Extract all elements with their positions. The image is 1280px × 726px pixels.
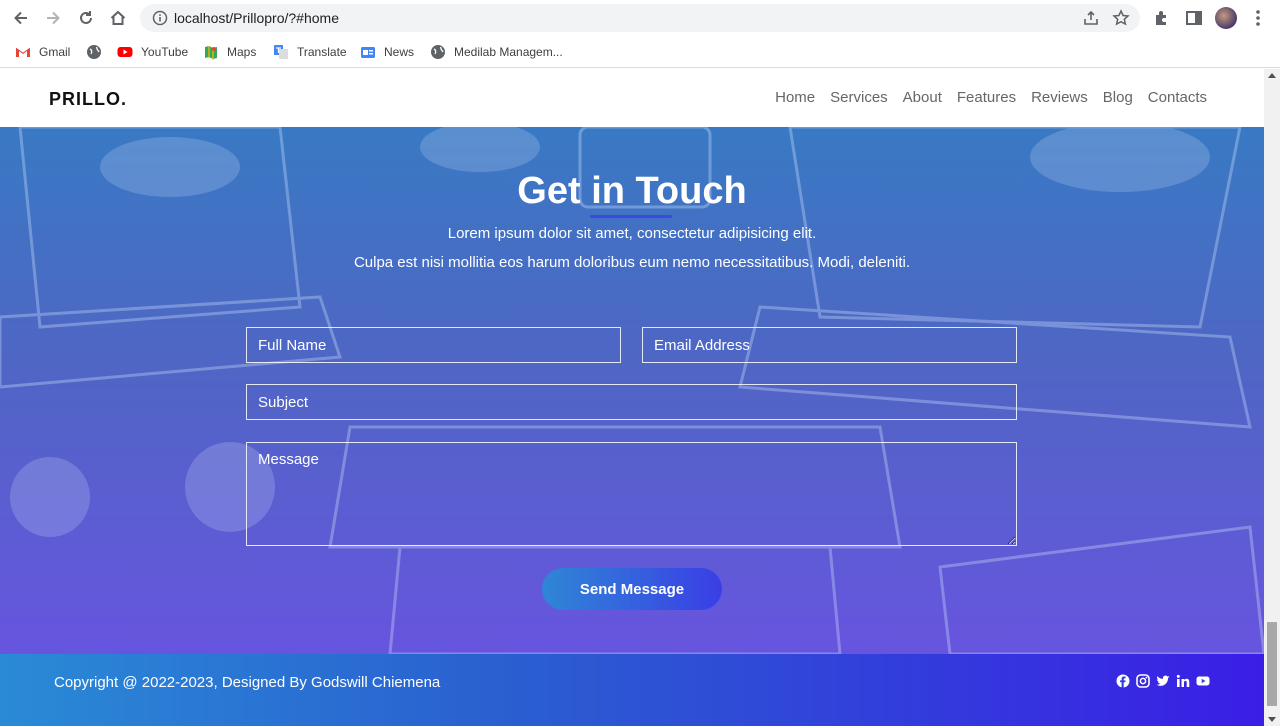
bookmark-youtube[interactable]: YouTube bbox=[117, 42, 188, 62]
globe-icon bbox=[431, 45, 445, 59]
bookmark-label: Gmail bbox=[39, 45, 71, 59]
youtube-icon[interactable] bbox=[1196, 674, 1210, 688]
section-subtitle-line1: Lorem ipsum dolor sit amet, consectetur … bbox=[447, 225, 817, 242]
site-footer: Copyright @ 2022-2023, Designed By Godsw… bbox=[0, 654, 1264, 726]
bookmark-label: Translate bbox=[297, 45, 347, 59]
nav-contacts[interactable]: Contacts bbox=[1148, 89, 1207, 106]
reload-button[interactable] bbox=[74, 6, 98, 30]
scrollbar-thumb[interactable] bbox=[1267, 622, 1277, 706]
facebook-icon[interactable] bbox=[1116, 674, 1130, 688]
email-input[interactable] bbox=[642, 327, 1017, 363]
bookmarks-bar: Gmail YouTube Maps Translate News Medila… bbox=[0, 36, 1280, 68]
nav-reviews[interactable]: Reviews bbox=[1031, 89, 1088, 106]
main-nav: Home Services About Features Reviews Blo… bbox=[775, 89, 1207, 106]
site-navbar: PRILLO. Home Services About Features Rev… bbox=[0, 69, 1264, 127]
url-text[interactable]: localhost/Prillopro/?#home bbox=[174, 10, 339, 26]
subject-input[interactable] bbox=[246, 384, 1017, 420]
side-panel-icon[interactable] bbox=[1184, 8, 1204, 28]
back-arrow-icon bbox=[14, 11, 27, 25]
page-viewport: PRILLO. Home Services About Features Rev… bbox=[0, 69, 1264, 726]
extensions-icon[interactable] bbox=[1152, 8, 1172, 28]
bookmark-gmail[interactable]: Gmail bbox=[15, 42, 70, 62]
nav-about[interactable]: About bbox=[903, 89, 942, 106]
profile-avatar[interactable] bbox=[1215, 7, 1237, 29]
globe-icon bbox=[87, 45, 101, 59]
youtube-icon bbox=[117, 47, 133, 57]
social-links bbox=[1116, 674, 1210, 688]
title-underline bbox=[590, 215, 672, 218]
bookmark-globe[interactable] bbox=[86, 42, 110, 62]
browser-toolbar: localhost/Prillopro/?#home bbox=[0, 0, 1280, 36]
bookmark-news[interactable]: News bbox=[360, 42, 414, 62]
section-title: Get in Touch bbox=[517, 170, 747, 212]
bookmark-translate[interactable]: Translate bbox=[273, 42, 347, 62]
translate-icon bbox=[274, 45, 288, 59]
copyright-text: Copyright @ 2022-2023, Designed By Godsw… bbox=[54, 674, 441, 691]
section-subtitle-line2: Culpa est nisi mollitia eos harum dolori… bbox=[353, 254, 911, 271]
instagram-icon[interactable] bbox=[1136, 674, 1150, 688]
bookmark-label: Medilab Managem... bbox=[454, 45, 563, 59]
home-button[interactable] bbox=[106, 6, 130, 30]
bookmark-label: News bbox=[384, 45, 415, 59]
scroll-up-arrow-icon[interactable] bbox=[1268, 73, 1276, 78]
maps-icon bbox=[205, 46, 217, 60]
contact-section: Get in Touch Lorem ipsum dolor sit amet,… bbox=[0, 127, 1264, 654]
nav-services[interactable]: Services bbox=[830, 89, 888, 106]
reload-icon bbox=[80, 11, 92, 24]
bookmark-label: YouTube bbox=[141, 45, 189, 59]
bookmark-star-icon[interactable] bbox=[1112, 9, 1130, 27]
gmail-icon bbox=[15, 47, 31, 57]
info-icon[interactable] bbox=[152, 10, 168, 26]
twitter-icon[interactable] bbox=[1156, 674, 1170, 688]
share-icon[interactable] bbox=[1082, 9, 1100, 27]
back-button[interactable] bbox=[9, 6, 33, 30]
full-name-input[interactable] bbox=[246, 327, 621, 363]
nav-home[interactable]: Home bbox=[775, 89, 815, 106]
scroll-down-arrow-icon[interactable] bbox=[1268, 717, 1276, 722]
forward-button[interactable] bbox=[41, 6, 65, 30]
nav-blog[interactable]: Blog bbox=[1103, 89, 1133, 106]
more-menu-icon[interactable] bbox=[1250, 8, 1266, 28]
bookmark-maps[interactable]: Maps bbox=[203, 42, 256, 62]
nav-features[interactable]: Features bbox=[957, 89, 1016, 106]
home-icon bbox=[110, 10, 126, 25]
site-logo[interactable]: PRILLO. bbox=[49, 89, 127, 110]
message-textarea[interactable] bbox=[246, 442, 1017, 546]
linkedin-icon[interactable] bbox=[1176, 674, 1190, 688]
bookmark-label: Maps bbox=[227, 45, 257, 59]
forward-arrow-icon bbox=[47, 11, 60, 25]
page-scrollbar[interactable] bbox=[1264, 69, 1280, 726]
bookmark-medilab[interactable]: Medilab Managem... bbox=[430, 42, 563, 62]
address-bar[interactable]: localhost/Prillopro/?#home bbox=[140, 4, 1140, 32]
news-icon bbox=[361, 47, 375, 58]
send-message-button[interactable]: Send Message bbox=[542, 568, 722, 610]
